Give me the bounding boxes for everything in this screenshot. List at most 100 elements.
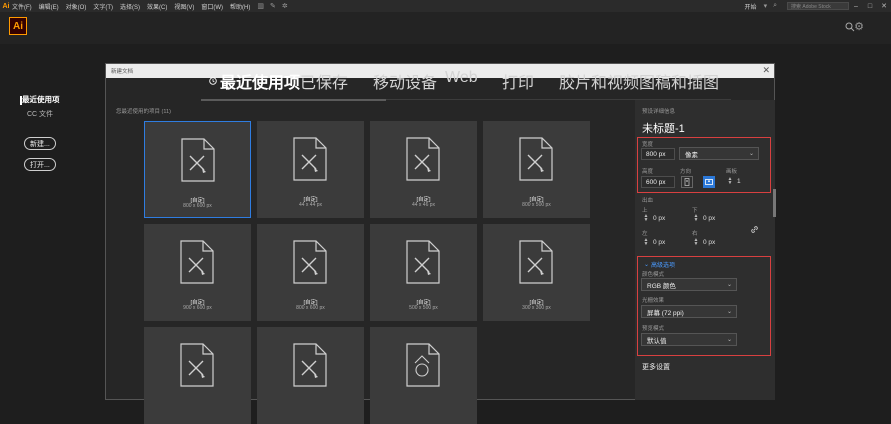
portrait-orientation-button[interactable] bbox=[681, 176, 693, 188]
preset-card[interactable]: [自定] 800 x 600 px bbox=[257, 224, 364, 321]
doc-shapes-icon bbox=[406, 343, 440, 387]
artboards-value[interactable]: 1 bbox=[737, 178, 741, 185]
bleed-bottom-value[interactable]: 0 px bbox=[703, 215, 715, 222]
start-sidebar: 最近使用项 CC 文件 bbox=[20, 94, 102, 119]
recent-nav-item[interactable]: 最近使用项 bbox=[22, 94, 102, 105]
raster-effects-select[interactable]: 屏幕 (72 ppi) ⌄ bbox=[641, 305, 737, 318]
brush-icon[interactable]: ✎ bbox=[270, 2, 276, 10]
preset-card[interactable]: [自定] 300 x 300 px bbox=[483, 224, 590, 321]
active-tab-underline bbox=[201, 99, 386, 101]
more-settings-button[interactable]: 更多设置 bbox=[642, 362, 670, 372]
preset-card[interactable] bbox=[144, 327, 251, 424]
sparkle-icon[interactable]: ✲ bbox=[282, 2, 288, 10]
stepper-arrows-icon[interactable]: ▲ ▼ bbox=[693, 214, 699, 223]
preview-mode-select[interactable]: 默认值 ⌄ bbox=[641, 333, 737, 346]
bleed-left-value[interactable]: 0 px bbox=[653, 239, 665, 246]
bleed-bottom-stepper[interactable]: ▲ ▼ 0 px bbox=[693, 214, 716, 223]
bleed-right-value[interactable]: 0 px bbox=[703, 239, 715, 246]
recent-section-label: 您最近使用的项目 (11) bbox=[116, 109, 171, 115]
tab-web[interactable]: Web bbox=[445, 69, 478, 87]
menu-select[interactable]: 选择(S) bbox=[120, 2, 140, 11]
maximize-button[interactable]: □ bbox=[863, 3, 877, 10]
height-label: 高度 bbox=[642, 169, 654, 175]
advanced-options-toggle[interactable]: ⌄ 高级选项 bbox=[644, 260, 675, 269]
menu-object[interactable]: 对象(O) bbox=[66, 2, 87, 11]
stepper-arrows-icon[interactable]: ▲ ▼ bbox=[643, 238, 649, 247]
menu-effect[interactable]: 效果(C) bbox=[147, 2, 167, 11]
color-mode-select[interactable]: RGB 颜色 ⌄ bbox=[641, 278, 737, 291]
close-window-button[interactable]: ✕ bbox=[877, 2, 891, 10]
dialog-title: 新建文档 bbox=[111, 69, 134, 75]
link-icon[interactable] bbox=[750, 225, 759, 234]
menu-view[interactable]: 视图(V) bbox=[174, 2, 194, 11]
tab-recent-label: 最近使用项 bbox=[220, 75, 301, 92]
tab-print-label: 打印 bbox=[502, 75, 535, 92]
menu-type[interactable]: 文字(T) bbox=[93, 2, 113, 11]
preset-card[interactable] bbox=[257, 327, 364, 424]
width-input[interactable]: 800 px bbox=[641, 148, 675, 160]
preset-card[interactable]: [自定] 44 x 46 px bbox=[370, 121, 477, 218]
app-bar bbox=[0, 12, 891, 44]
tab-art-illustration[interactable]: 图稿和插图 bbox=[639, 69, 719, 93]
height-input[interactable]: 600 px bbox=[641, 176, 675, 188]
doc-brush-icon bbox=[406, 240, 440, 284]
tab-recent[interactable]: 最近使用项 bbox=[209, 69, 300, 93]
menu-bar: Ai 文件(F) 编辑(E) 对象(O) 文字(T) 选择(S) 效果(C) 视… bbox=[0, 0, 891, 12]
preset-card[interactable]: [自定] 900 x 600 px bbox=[144, 224, 251, 321]
unit-select-value: 像素 bbox=[685, 151, 698, 159]
menu-help[interactable]: 帮助(H) bbox=[230, 2, 250, 11]
cc-files-nav-item[interactable]: CC 文件 bbox=[22, 109, 102, 119]
new-document-dialog: 新建文档 ✕ 最近使用项 已保存 移动设备 Web 打印 胶片和视频 图稿和插图… bbox=[105, 63, 776, 424]
preset-size: 44 x 46 px bbox=[411, 202, 436, 208]
preset-card[interactable]: [自定] 44 x 44 px bbox=[257, 121, 364, 218]
stepper-arrows-icon[interactable]: ▲ ▼ bbox=[693, 238, 699, 247]
details-header: 预设详细信息 bbox=[642, 109, 676, 115]
menu-file[interactable]: 文件(F) bbox=[12, 2, 32, 11]
bleed-top-stepper[interactable]: ▲ ▼ 0 px bbox=[643, 214, 666, 223]
unit-select[interactable]: 像素 ⌄ bbox=[679, 147, 759, 160]
color-mode-value: RGB 颜色 bbox=[647, 282, 676, 290]
preset-size: 800 x 600 px bbox=[183, 203, 212, 209]
close-icon[interactable]: ✕ bbox=[762, 65, 770, 76]
bleed-right-stepper[interactable]: ▲ ▼ 0 px bbox=[693, 238, 716, 247]
stepper-arrows-icon[interactable]: ▲ ▼ bbox=[727, 177, 733, 186]
bleed-left-stepper[interactable]: ▲ ▼ 0 px bbox=[643, 238, 666, 247]
preset-card[interactable]: [自定] 800 x 600 px bbox=[144, 121, 251, 218]
doc-brush-icon bbox=[519, 137, 553, 181]
landscape-orientation-button[interactable] bbox=[703, 176, 715, 188]
advanced-options-label: 高级选项 bbox=[651, 263, 676, 269]
workspace-switcher[interactable]: 开始 bbox=[745, 2, 757, 11]
tab-print[interactable]: 打印 bbox=[502, 69, 534, 93]
chevron-down-icon: ⌄ bbox=[726, 282, 732, 288]
doc-brush-icon bbox=[406, 137, 440, 181]
stepper-arrows-icon[interactable]: ▲ ▼ bbox=[643, 214, 649, 223]
menu-window[interactable]: 窗口(W) bbox=[201, 2, 223, 11]
preset-size: 900 x 600 px bbox=[183, 305, 212, 311]
chevron-down-icon: ⌄ bbox=[726, 309, 732, 315]
chevron-down-icon[interactable]: ▾ bbox=[764, 2, 768, 10]
raster-effects-label: 光栅效果 bbox=[642, 298, 665, 304]
details-scrollbar[interactable] bbox=[773, 189, 776, 217]
open-button[interactable]: 打开... bbox=[24, 158, 56, 171]
tab-film-video[interactable]: 胶片和视频 bbox=[559, 69, 639, 93]
minimize-button[interactable]: – bbox=[849, 3, 863, 10]
chevron-down-icon: ⌄ bbox=[644, 262, 650, 268]
document-name-field[interactable]: 未标题-1 bbox=[642, 120, 685, 136]
new-button[interactable]: 新建... bbox=[24, 137, 56, 150]
tab-saved[interactable]: 已保存 bbox=[300, 69, 348, 93]
stock-search-input[interactable]: 搜索 Adobe Stock bbox=[787, 2, 849, 10]
color-mode-label: 颜色模式 bbox=[642, 272, 665, 278]
artboards-stepper[interactable]: ▲ ▼ 1 bbox=[727, 177, 741, 186]
preset-size: 300 x 300 px bbox=[522, 305, 551, 311]
preset-card[interactable]: [自定] 800 x 500 px bbox=[483, 121, 590, 218]
preset-card[interactable]: [自定] 500 x 500 px bbox=[370, 224, 477, 321]
layout-grid-icon[interactable]: ▥ bbox=[257, 2, 264, 10]
doc-brush-icon bbox=[293, 240, 327, 284]
menu-edit[interactable]: 编辑(E) bbox=[39, 2, 59, 11]
bleed-top-value[interactable]: 0 px bbox=[653, 215, 665, 222]
preset-card[interactable] bbox=[370, 327, 477, 424]
gear-icon[interactable]: ⚙ bbox=[854, 20, 864, 33]
tab-mobile[interactable]: 移动设备 bbox=[373, 69, 437, 93]
active-indicator bbox=[20, 96, 22, 105]
tab-film-video-label: 胶片和视频 bbox=[559, 75, 640, 92]
